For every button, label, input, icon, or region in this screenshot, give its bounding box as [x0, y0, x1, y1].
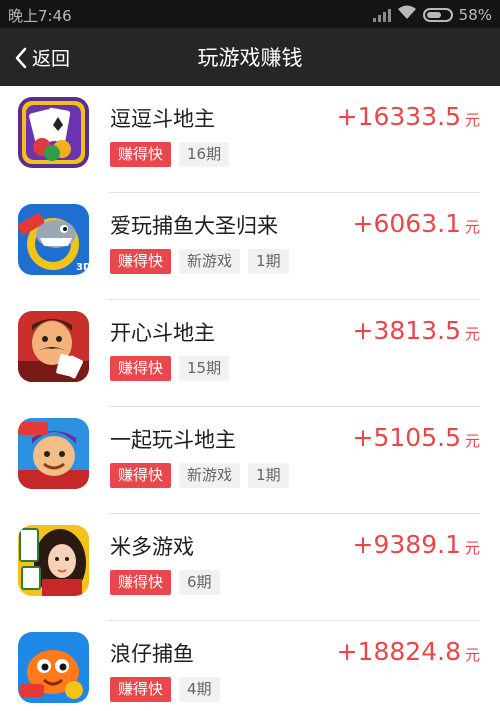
reward-amount: +6063.1 元 — [353, 209, 480, 238]
game-name: 一起玩斗地主 — [110, 428, 236, 452]
mahjong-girl-icon — [18, 525, 89, 596]
tag-issue-badge: 4期 — [179, 677, 220, 702]
tag-group: 赚得快 15期 — [110, 356, 230, 381]
amount-unit: 元 — [464, 218, 480, 236]
battery-icon — [422, 7, 453, 22]
list-item[interactable]: 米多游戏 赚得快 6期 +9389.1 元 — [0, 514, 500, 621]
game-name: 逗逗斗地主 — [110, 107, 215, 131]
tag-issue-badge: 1期 — [248, 249, 289, 274]
tag-new-badge: 新游戏 — [179, 249, 241, 274]
tag-issue-badge: 6期 — [179, 570, 220, 595]
tag-fast-badge: 赚得快 — [110, 142, 172, 167]
tag-group: 赚得快 新游戏 1期 — [110, 249, 289, 274]
tag-fast-badge: 赚得快 — [110, 570, 172, 595]
amount-unit: 元 — [464, 539, 480, 557]
game-name: 开心斗地主 — [110, 321, 215, 345]
amount-value: +3813.5 — [352, 316, 461, 345]
list-item[interactable]: 一起玩斗地主 赚得快 新游戏 1期 +5105.5 元 — [0, 407, 500, 514]
status-time: 晚上7:46 — [8, 7, 72, 25]
game-list: 逗逗斗地主 赚得快 16期 +16333.5元 3D 爱玩捕鱼大圣归来 赚得快 — [0, 86, 500, 711]
tag-issue-badge: 1期 — [248, 463, 289, 488]
wifi-icon — [397, 5, 417, 24]
amount-value: +18824.8 — [336, 637, 461, 666]
list-item[interactable]: 开心斗地主 赚得快 15期 +3813.5 元 — [0, 300, 500, 407]
tag-issue-badge: 15期 — [179, 356, 230, 381]
tag-fast-badge: 赚得快 — [110, 249, 172, 274]
tag-group: 赚得快 16期 — [110, 142, 230, 167]
cartoon-landlord-icon — [18, 418, 89, 489]
reward-amount: +3813.5 元 — [353, 316, 480, 345]
battery-percent: 58% — [458, 5, 492, 24]
amount-value: +5105.5 — [352, 423, 461, 452]
tag-issue-badge: 16期 — [179, 142, 230, 167]
status-bar: 晚上7:46 58% — [0, 0, 500, 28]
tag-group: 赚得快 4期 — [110, 677, 220, 702]
reward-amount: +18824.8 元 — [337, 637, 480, 666]
amount-unit: 元 — [464, 325, 480, 343]
reward-amount: +16333.5 元 — [337, 102, 480, 131]
tag-new-badge: 新游戏 — [179, 463, 241, 488]
reward-amount: +5105.5 元 — [353, 423, 480, 452]
game-name: 浪仔捕鱼 — [110, 642, 194, 666]
svg-text:3D: 3D — [76, 262, 89, 273]
poker-cards-icon — [18, 97, 89, 168]
list-item[interactable]: 3D 爱玩捕鱼大圣归来 赚得快 新游戏 1期 +6063.1 元 — [0, 193, 500, 300]
tag-fast-badge: 赚得快 — [110, 677, 172, 702]
amount-unit: 元 — [464, 646, 480, 664]
shark-fishing-icon: 3D — [18, 204, 89, 275]
amount-unit: 元 — [464, 432, 480, 450]
game-name: 爱玩捕鱼大圣归来 — [110, 214, 278, 238]
amount-unit: 元 — [464, 111, 480, 129]
reward-amount: +9389.1 元 — [353, 530, 480, 559]
status-indicators: 58% — [372, 5, 492, 24]
amount-value: +6063.1 — [352, 209, 461, 238]
signal-icon — [372, 8, 391, 22]
tag-group: 赚得快 新游戏 1期 — [110, 463, 289, 488]
tag-group: 赚得快 6期 — [110, 570, 220, 595]
tag-fast-badge: 赚得快 — [110, 463, 172, 488]
orange-fish-icon — [18, 632, 89, 703]
amount-value: +16333.5 — [336, 102, 461, 131]
amount-value: +9389.1 — [352, 530, 461, 559]
list-item[interactable]: 逗逗斗地主 赚得快 16期 +16333.5 元 — [0, 86, 500, 193]
nav-bar: 返回 玩游戏赚钱 — [0, 28, 500, 86]
game-name: 米多游戏 — [110, 535, 194, 559]
tag-fast-badge: 赚得快 — [110, 356, 172, 381]
list-item[interactable]: 浪仔捕鱼 赚得快 4期 +18824.8 元 — [0, 621, 500, 711]
page-title: 玩游戏赚钱 — [197, 46, 303, 70]
mustache-man-icon — [18, 311, 89, 382]
